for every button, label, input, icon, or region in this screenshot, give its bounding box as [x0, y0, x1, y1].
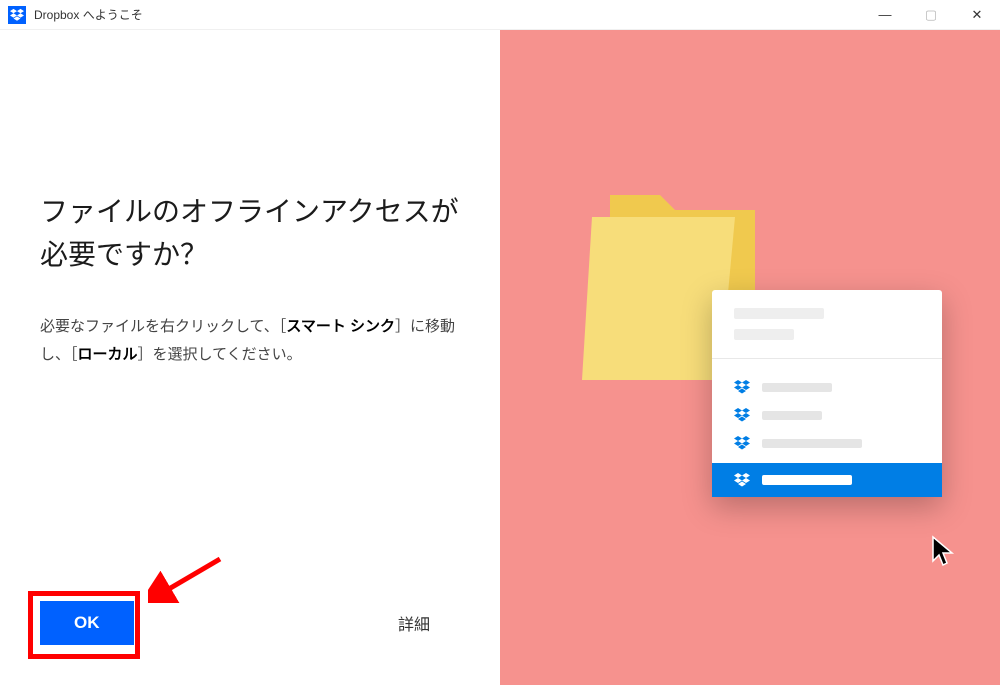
menu-stub	[734, 308, 824, 319]
menu-label-stub	[762, 439, 862, 448]
details-link[interactable]: 詳細	[398, 611, 430, 635]
menu-label-stub	[762, 475, 852, 485]
dropbox-icon	[734, 407, 750, 423]
desc-bold-local: ローカル	[78, 346, 138, 363]
content-area: ファイルのオフラインアクセスが必要ですか？ 必要なファイルを右クリックして、［ス…	[0, 30, 1000, 685]
menu-row	[712, 373, 942, 401]
menu-label-stub	[762, 411, 822, 420]
title-bar: Dropbox へようこそ — ▢ ✕	[0, 0, 1000, 30]
page-description: 必要なファイルを右クリックして、［スマート シンク］に移動し、［ローカル］を選択…	[40, 313, 460, 370]
cursor-icon	[930, 535, 958, 569]
desc-bold-smartsync: スマート シンク	[286, 318, 395, 335]
context-menu-illustration	[712, 290, 942, 497]
close-button[interactable]: ✕	[954, 0, 1000, 30]
title-bar-left: Dropbox へようこそ	[8, 6, 143, 24]
menu-row	[712, 401, 942, 429]
page-heading: ファイルのオフラインアクセスが必要ですか？	[40, 190, 460, 277]
dropbox-icon	[734, 379, 750, 395]
annotation-arrow-icon	[148, 553, 228, 603]
dropbox-icon	[734, 435, 750, 451]
ok-button[interactable]: OK	[40, 601, 134, 645]
maximize-button[interactable]: ▢	[908, 0, 954, 30]
left-pane: ファイルのオフラインアクセスが必要ですか？ 必要なファイルを右クリックして、［ス…	[0, 30, 500, 685]
app-window: Dropbox へようこそ — ▢ ✕ ファイルのオフラインアクセスが必要ですか…	[0, 0, 1000, 685]
desc-text: 必要なファイルを右クリックして、［	[40, 318, 286, 335]
desc-text: ］を選択してください。	[138, 346, 302, 363]
dropbox-icon	[734, 472, 750, 488]
menu-stub	[734, 329, 794, 340]
right-pane-illustration	[500, 30, 1000, 685]
window-controls: — ▢ ✕	[862, 0, 1000, 30]
bottom-actions: OK 詳細	[40, 601, 460, 645]
menu-label-stub	[762, 383, 832, 392]
window-title: Dropbox へようこそ	[34, 6, 143, 23]
menu-row	[712, 429, 942, 457]
minimize-button[interactable]: —	[862, 0, 908, 30]
menu-divider	[712, 358, 942, 359]
menu-row-selected	[712, 463, 942, 497]
dropbox-icon	[8, 6, 26, 24]
